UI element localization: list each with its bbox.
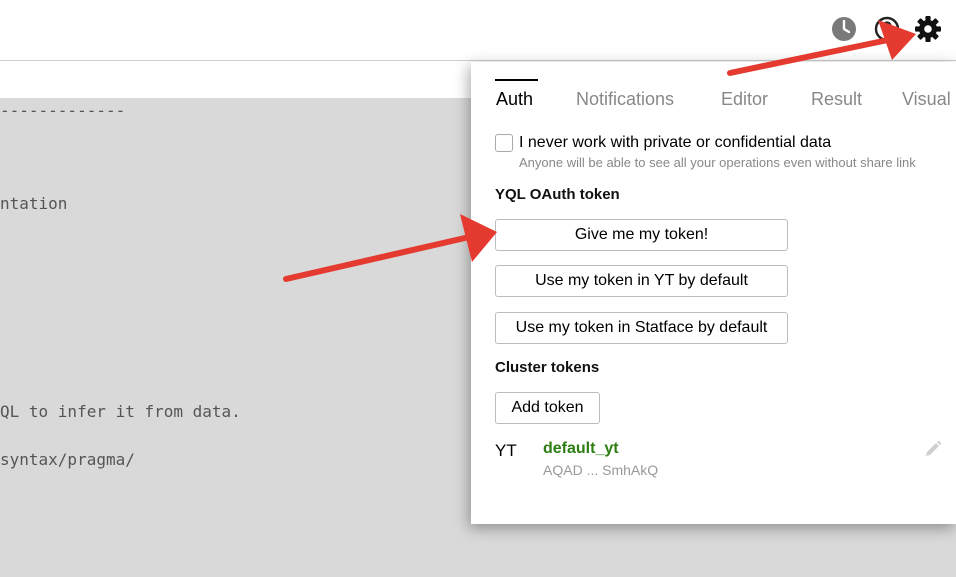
settings-panel: Auth Notifications Editor Result Visual … (471, 62, 956, 524)
code-line: ntation (0, 194, 68, 213)
oauth-section-title: YQL OAuth token (495, 186, 620, 203)
clock-icon[interactable] (830, 15, 858, 43)
token-name: default_yt (543, 440, 619, 457)
tab-notifications[interactable]: Notifications (576, 89, 674, 110)
cluster-section-title: Cluster tokens (495, 359, 600, 376)
give-token-button[interactable]: Give me my token! (495, 219, 788, 251)
add-token-button[interactable]: Add token (495, 392, 600, 424)
top-toolbar (0, 0, 956, 61)
code-line: syntax/pragma/ (0, 450, 135, 469)
active-tab-indicator (495, 79, 538, 81)
gear-icon[interactable] (914, 15, 942, 43)
code-line: ------------- (0, 101, 126, 120)
pencil-icon[interactable] (923, 439, 943, 459)
tab-result[interactable]: Result (811, 89, 862, 110)
tab-editor[interactable]: Editor (721, 89, 768, 110)
use-token-statface-button[interactable]: Use my token in Statface by default (495, 312, 788, 344)
private-data-hint: Anyone will be able to see all your oper… (519, 155, 916, 170)
settings-tabs: Auth Notifications Editor Result Visual (471, 62, 956, 116)
tab-visual[interactable]: Visual (902, 89, 951, 110)
use-token-yt-button[interactable]: Use my token in YT by default (495, 265, 788, 297)
cluster-label: YT (495, 441, 517, 460)
help-icon[interactable] (873, 15, 901, 43)
token-value: AQAD ... SmhAkQ (543, 462, 659, 478)
tab-auth[interactable]: Auth (496, 89, 533, 110)
private-data-label[interactable]: I never work with private or confidentia… (519, 134, 831, 152)
private-data-checkbox[interactable] (495, 134, 513, 152)
code-line: QL to infer it from data. (0, 402, 241, 421)
